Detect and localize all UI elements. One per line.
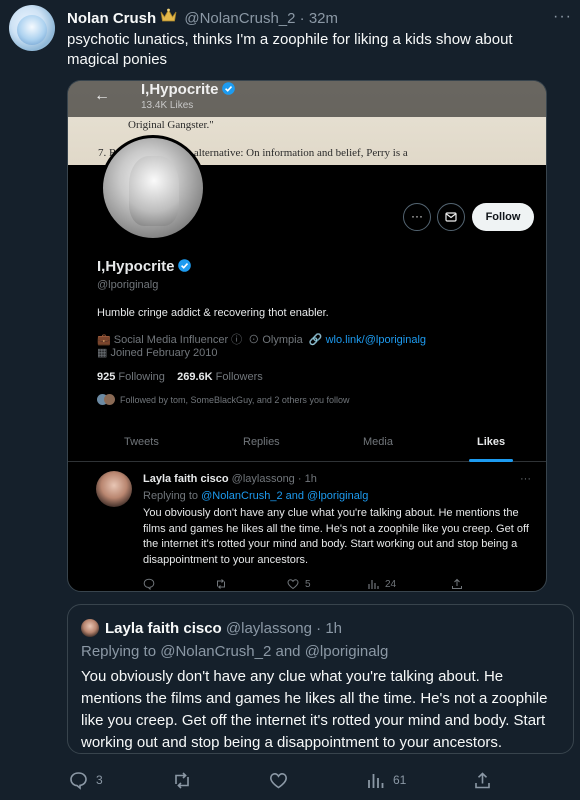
active-tab-indicator [469, 459, 513, 462]
attached-screenshot[interactable]: Original Gangster." 7. Rule 8(d)(2) in t… [67, 80, 547, 592]
calendar-icon: ▦ [97, 347, 108, 359]
tab-replies: Replies [243, 436, 280, 448]
profile-more-button: ··· [403, 203, 431, 231]
reply-actions: 5 24 [143, 578, 533, 591]
profile-topbar [68, 81, 546, 117]
reply-more-icon: ··· [520, 473, 531, 485]
tab-tweets: Tweets [124, 436, 159, 448]
analytics-icon [368, 773, 384, 788]
profile-avatar [100, 135, 206, 241]
comment-icon [70, 771, 87, 790]
profile-link: wlo.link/@lporiginalg [325, 334, 427, 346]
tweet-header: Nolan Crush @NolanCrush_2 · 32m [67, 8, 338, 28]
info-icon: ⓘ [231, 334, 243, 346]
reply-share-icon [451, 578, 463, 590]
reply-replying-to: Replying to @NolanCrush_2 and @lporigina… [143, 490, 369, 502]
share-icon [475, 771, 490, 788]
profile-name: I,Hypocrite [97, 258, 191, 275]
follow-button: Follow [472, 203, 534, 231]
retweet-icon [175, 771, 189, 789]
reply-name: Layla faith cisco [143, 473, 229, 485]
follower-avatar [104, 394, 115, 405]
reply-like: 5 [287, 578, 311, 590]
reply-views: 24 [367, 578, 396, 590]
reply-handle: @laylassong [231, 473, 295, 485]
quote-avatar [81, 619, 99, 637]
verified-badge-icon [177, 259, 191, 272]
tweet[interactable]: Nolan Crush @NolanCrush_2 · 32m ··· psyc… [0, 0, 580, 800]
followers-label: Followers [215, 371, 263, 383]
verified-badge-icon [221, 82, 235, 95]
profile-stats: 925 Following 269.6K Followers [97, 371, 263, 383]
briefcase-icon: 💼 [97, 334, 111, 346]
crown-icon [160, 8, 177, 23]
followers-count: 269.6K [177, 371, 213, 383]
tweet-actions: 3 61 [67, 768, 567, 792]
reply-button[interactable]: 3 [69, 768, 103, 792]
quote-time: 1h [325, 620, 343, 637]
quote-replying-to: Replying to @NolanCrush_2 and @lporigina… [81, 643, 389, 660]
reply-avatar [96, 471, 132, 507]
quoted-tweet[interactable]: Layla faith cisco @laylassong · 1h Reply… [67, 604, 574, 754]
reply-retweet-icon [215, 578, 227, 590]
topbar-likes: 13.4K Likes [141, 100, 194, 111]
like-button[interactable] [269, 768, 288, 792]
profile-meta: 💼 Social Media Influencer ⓘ ⊙ Olympia 🔗 … [97, 331, 426, 347]
profile-handle: @lporiginalg [97, 279, 159, 291]
retweet-button[interactable] [172, 768, 192, 792]
profile-tabs: Tweets Replies Media Likes [68, 424, 546, 462]
tab-media: Media [363, 436, 393, 448]
reply-comment-icon [143, 578, 155, 590]
profile-location: Olympia [262, 334, 303, 346]
views-button[interactable]: 61 [366, 768, 406, 792]
followed-by: Followed by tom, SomeBlackGuy, and 2 oth… [97, 394, 349, 405]
banner-text-line1: Original Gangster." [128, 119, 214, 131]
reply-text: You obviously don't have any clue what y… [143, 507, 529, 566]
profile-joined: ▦ Joined February 2010 [97, 347, 218, 359]
location-pin-icon: ⊙ [248, 334, 260, 346]
quote-header: Layla faith cisco @laylassong · 1h [105, 620, 343, 637]
heart-icon [269, 772, 288, 788]
reply-time: 1h [304, 473, 317, 485]
link-icon: 🔗 [308, 334, 323, 346]
tweet-text: psychotic lunatics, thinks I'm a zoophil… [67, 31, 513, 68]
reply-count: 3 [96, 773, 103, 787]
following-count: 925 [97, 371, 116, 383]
topbar-name: I,Hypocrite [141, 81, 235, 98]
following-label: Following [118, 371, 165, 383]
reply-header: Layla faith cisco @laylassong · 1h [143, 473, 317, 485]
tweet-time[interactable]: 32m [309, 10, 338, 27]
quote-text: You obviously don't have any clue what y… [81, 668, 548, 751]
author-name[interactable]: Nolan Crush [67, 10, 156, 27]
profile-bio: Humble cringe addict & recovering thot e… [97, 307, 329, 319]
profile-category: Social Media Influencer [113, 334, 229, 346]
author-avatar[interactable] [9, 5, 55, 51]
share-button[interactable] [473, 768, 492, 792]
tab-likes: Likes [477, 436, 506, 448]
more-options-icon[interactable]: ··· [553, 8, 572, 26]
quote-name: Layla faith cisco [105, 620, 222, 637]
quote-handle: @laylassong [225, 620, 312, 637]
back-arrow-icon: ← [94, 87, 110, 104]
mail-icon [437, 203, 465, 231]
separator: · [299, 10, 305, 27]
views-count: 61 [393, 773, 407, 787]
author-handle[interactable]: @NolanCrush_2 [184, 10, 295, 27]
